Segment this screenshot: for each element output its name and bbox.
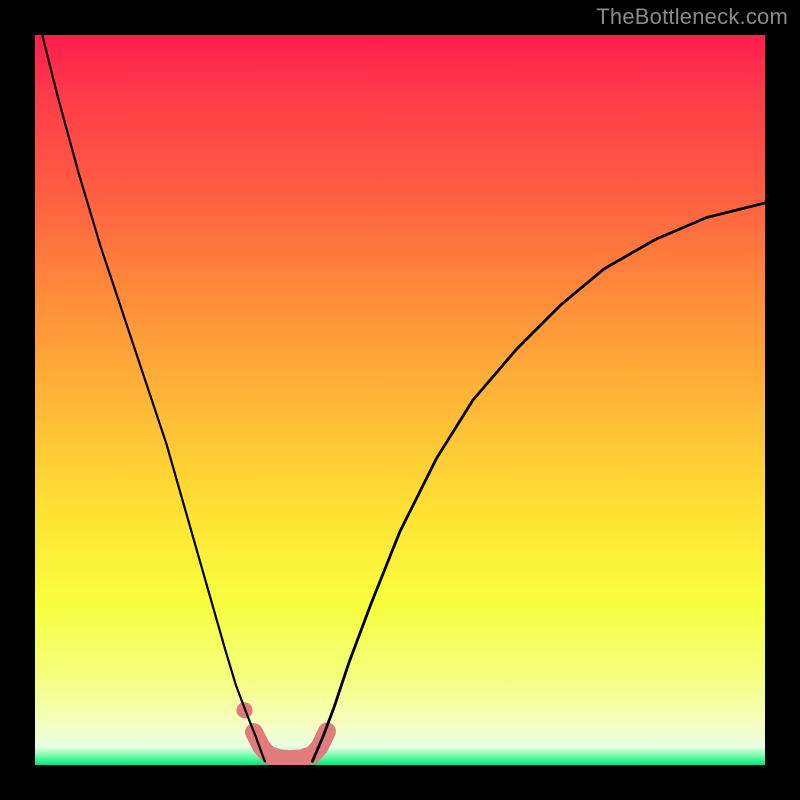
plot-area [35,35,765,765]
curve-layer [35,35,765,765]
watermark-text: TheBottleneck.com [596,4,788,30]
right-curve [312,203,765,761]
chart-frame: TheBottleneck.com [0,0,800,800]
left-curve [42,35,265,761]
